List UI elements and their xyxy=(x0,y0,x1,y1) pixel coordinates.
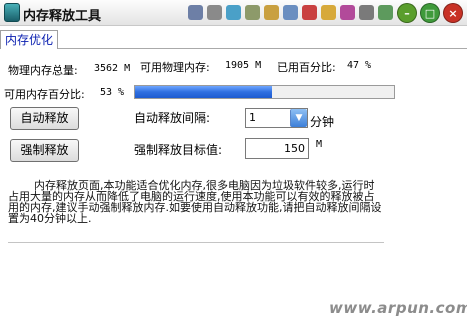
description-text: 内存释放页面,本功能适合优化内存,很多电脑因为垃圾软件较多,运行时占用大量的内存… xyxy=(8,180,384,243)
used-percent-label: 已用百分比: xyxy=(277,61,336,74)
toolbar-icon-1[interactable] xyxy=(188,5,203,20)
chevron-down-icon[interactable]: ▼ xyxy=(290,109,307,127)
available-memory-value: 1905 M xyxy=(225,60,262,71)
toolbar-icon-4[interactable] xyxy=(245,5,260,20)
interval-unit-label: 分钟 xyxy=(310,115,335,129)
toolbar-icon-2[interactable] xyxy=(207,5,222,20)
minimize-button[interactable]: – xyxy=(397,3,417,23)
toolbar-icon-9[interactable] xyxy=(340,5,355,20)
maximize-button[interactable]: □ xyxy=(420,3,440,23)
toolbar-icon-11[interactable] xyxy=(378,5,393,20)
toolbar-icon-5[interactable] xyxy=(264,5,279,20)
total-memory-label: 物理内存总量: xyxy=(8,64,78,77)
available-percent-value: 53 % xyxy=(100,87,125,98)
target-unit-label: M xyxy=(316,139,323,150)
progress-fill xyxy=(135,86,273,98)
toolbar-icon-10[interactable] xyxy=(359,5,374,20)
title-bar: 内存释放工具 – □ × xyxy=(0,0,467,26)
total-memory-value: 3562 M xyxy=(94,63,131,74)
close-button[interactable]: × xyxy=(443,3,463,23)
target-value-input[interactable]: 150 xyxy=(245,138,309,159)
toolbar-icon-3[interactable] xyxy=(226,5,241,20)
auto-release-button[interactable]: 自动释放 xyxy=(10,107,79,130)
interval-select[interactable]: 1 ▼ xyxy=(245,108,308,128)
tab-memory-optimize[interactable]: 内存优化 xyxy=(0,30,59,49)
toolbar-icon-8[interactable] xyxy=(321,5,336,20)
app-icon xyxy=(4,3,20,22)
watermark: www.arpun.com xyxy=(329,299,467,317)
window-title: 内存释放工具 xyxy=(23,9,102,24)
interval-select-value: 1 xyxy=(249,111,256,124)
available-memory-label: 可用物理内存: xyxy=(140,61,210,74)
memory-progress-bar xyxy=(134,85,395,99)
auto-release-interval-label: 自动释放间隔: xyxy=(134,111,211,125)
tab-strip: 内存优化 xyxy=(0,27,467,49)
used-percent-value: 47 % xyxy=(347,60,372,71)
toolbar-icon-6[interactable] xyxy=(283,5,298,20)
available-percent-label: 可用内存百分比: xyxy=(4,88,85,101)
toolbar-icon-7[interactable] xyxy=(302,5,317,20)
force-release-button[interactable]: 强制释放 xyxy=(10,139,79,162)
force-release-target-label: 强制释放目标值: xyxy=(134,143,223,157)
